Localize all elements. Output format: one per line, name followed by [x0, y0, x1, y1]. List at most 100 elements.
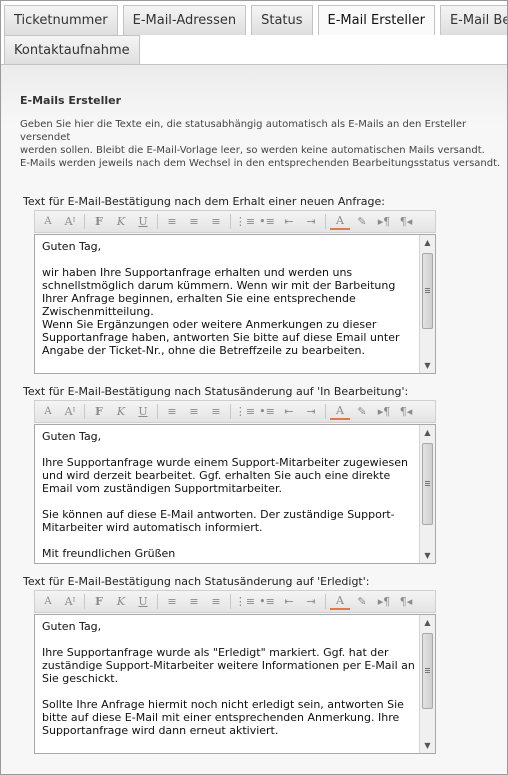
editor-paragraph: Sie können auf diese E-Mail antworten. D…	[42, 508, 395, 534]
description-line: E-Mails werden jeweils nach dem Wechsel …	[20, 158, 501, 169]
highlight-icon[interactable]: ✎	[352, 212, 372, 231]
ltr-icon[interactable]: ▸¶	[374, 402, 394, 421]
tab-email-bearbeiter[interactable]: E-Mail Bea	[439, 5, 507, 35]
font-size-decrease-icon[interactable]: A	[38, 592, 58, 611]
toolbar-separator	[230, 404, 231, 419]
outdent-icon[interactable]: ⇤	[279, 402, 299, 421]
rtl-icon[interactable]: ¶◂	[396, 212, 416, 231]
ordered-list-icon[interactable]: ⋮≡	[235, 592, 255, 611]
tab-kontaktaufnahme[interactable]: Kontaktaufnahme	[4, 35, 140, 65]
editor-paragraph: wir haben Ihre Supportanfrage erhalten u…	[42, 266, 400, 357]
scroll-down-icon[interactable]: ▼	[420, 738, 435, 753]
bold-icon[interactable]: F	[89, 212, 109, 231]
toolbar-separator	[325, 594, 326, 609]
font-color-icon[interactable]: A	[330, 594, 350, 610]
editor-scrollbar[interactable]: ▲ ▼	[419, 615, 435, 753]
align-left-icon[interactable]: ≡	[162, 212, 182, 231]
font-size-increase-icon[interactable]: Aᴵ	[60, 402, 80, 421]
underline-icon[interactable]: U	[133, 592, 153, 611]
align-center-icon[interactable]: ≡	[184, 212, 204, 231]
editor-toolbar: A Aᴵ F K U ≡ ≡ ≡ ⋮≡ •≡ ⇤ ⇥ A ✎ ▸¶ ¶◂	[34, 590, 436, 613]
toolbar-separator	[325, 214, 326, 229]
scroll-up-icon[interactable]: ▲	[420, 615, 435, 630]
font-size-increase-icon[interactable]: Aᴵ	[60, 592, 80, 611]
tab-content: E-Mails Ersteller Geben Sie hier die Tex…	[1, 65, 507, 774]
italic-icon[interactable]: K	[111, 212, 131, 231]
ordered-list-icon[interactable]: ⋮≡	[235, 402, 255, 421]
font-color-icon[interactable]: A	[330, 404, 350, 420]
italic-icon[interactable]: K	[111, 402, 131, 421]
editor-paragraph: Mit freundlichen Grüßen	[42, 547, 176, 560]
indent-icon[interactable]: ⇥	[301, 212, 321, 231]
toolbar-separator	[230, 214, 231, 229]
align-right-icon[interactable]: ≡	[206, 212, 226, 231]
scroll-up-icon[interactable]: ▲	[420, 235, 435, 250]
font-size-decrease-icon[interactable]: A	[38, 402, 58, 421]
font-size-decrease-icon[interactable]: A	[38, 212, 58, 231]
align-left-icon[interactable]: ≡	[162, 592, 182, 611]
editor-paragraph: Sollte Ihre Anfrage hiermit noch nicht e…	[42, 698, 404, 737]
editor-scrollbar[interactable]: ▲ ▼	[419, 425, 435, 563]
scroll-down-icon[interactable]: ▼	[420, 548, 435, 563]
outdent-icon[interactable]: ⇤	[279, 592, 299, 611]
font-size-increase-icon[interactable]: Aᴵ	[60, 212, 80, 231]
unordered-list-icon[interactable]: •≡	[257, 592, 277, 611]
tab-ticketnummer[interactable]: Ticketnummer	[4, 5, 118, 35]
editor-textarea[interactable]: Guten Tag, wir haben Ihre Supportanfrage…	[34, 234, 436, 374]
editor-toolbar: A Aᴵ F K U ≡ ≡ ≡ ⋮≡ •≡ ⇤ ⇥ A ✎ ▸¶ ¶◂	[34, 210, 436, 233]
editor-content[interactable]: Guten Tag, wir haben Ihre Supportanfrage…	[42, 240, 417, 371]
unordered-list-icon[interactable]: •≡	[257, 402, 277, 421]
tab-email-ersteller[interactable]: E-Mail Ersteller	[317, 5, 435, 35]
align-center-icon[interactable]: ≡	[184, 592, 204, 611]
indent-icon[interactable]: ⇥	[301, 402, 321, 421]
toolbar-separator	[84, 214, 85, 229]
ltr-icon[interactable]: ▸¶	[374, 212, 394, 231]
editor-paragraph: Guten Tag,	[42, 620, 102, 633]
rtl-icon[interactable]: ¶◂	[396, 592, 416, 611]
underline-icon[interactable]: U	[133, 212, 153, 231]
editor-paragraph: Ihre Supportanfrage wurde als "Erledigt"…	[42, 646, 415, 685]
editor-content[interactable]: Guten Tag, Ihre Supportanfrage wurde als…	[42, 620, 417, 751]
editor-textarea[interactable]: Guten Tag, Ihre Supportanfrage wurde als…	[34, 614, 436, 754]
font-color-icon[interactable]: A	[330, 214, 350, 230]
unordered-list-icon[interactable]: •≡	[257, 212, 277, 231]
editor-textarea[interactable]: Guten Tag, Ihre Supportanfrage wurde ein…	[34, 424, 436, 564]
toolbar-separator	[84, 594, 85, 609]
bold-icon[interactable]: F	[89, 402, 109, 421]
editor-paragraph: Guten Tag,	[42, 430, 102, 443]
editor-scrollbar[interactable]: ▲ ▼	[419, 235, 435, 373]
page-description: Geben Sie hier die Texte ein, die status…	[20, 118, 505, 170]
tab-email-adressen[interactable]: E-Mail-Adressen	[122, 5, 247, 35]
rtl-icon[interactable]: ¶◂	[396, 402, 416, 421]
editor-content[interactable]: Guten Tag, Ihre Supportanfrage wurde ein…	[42, 430, 417, 561]
tab-row-1: Ticketnummer E-Mail-Adressen Status E-Ma…	[4, 5, 507, 35]
toolbar-separator	[325, 404, 326, 419]
editor-toolbar: A Aᴵ F K U ≡ ≡ ≡ ⋮≡ •≡ ⇤ ⇥ A ✎ ▸¶ ¶◂	[34, 400, 436, 423]
outdent-icon[interactable]: ⇤	[279, 212, 299, 231]
highlight-icon[interactable]: ✎	[352, 592, 372, 611]
align-center-icon[interactable]: ≡	[184, 402, 204, 421]
align-left-icon[interactable]: ≡	[162, 402, 182, 421]
tab-row-2: Kontaktaufnahme	[4, 35, 145, 65]
scroll-up-icon[interactable]: ▲	[420, 425, 435, 440]
editor-label: Text für E-Mail-Bestätigung nach dem Erh…	[23, 195, 385, 208]
underline-icon[interactable]: U	[133, 402, 153, 421]
scroll-thumb[interactable]	[422, 253, 433, 329]
ordered-list-icon[interactable]: ⋮≡	[235, 212, 255, 231]
highlight-icon[interactable]: ✎	[352, 402, 372, 421]
bold-icon[interactable]: F	[89, 592, 109, 611]
ltr-icon[interactable]: ▸¶	[374, 592, 394, 611]
scroll-down-icon[interactable]: ▼	[420, 358, 435, 373]
tab-status[interactable]: Status	[251, 5, 313, 35]
description-line: Geben Sie hier die Texte ein, die status…	[20, 119, 467, 143]
page-title: E-Mails Ersteller	[20, 94, 121, 107]
scroll-thumb[interactable]	[422, 633, 433, 709]
align-right-icon[interactable]: ≡	[206, 402, 226, 421]
window: Ticketnummer E-Mail-Adressen Status E-Ma…	[0, 0, 508, 775]
scroll-thumb[interactable]	[422, 443, 433, 525]
toolbar-separator	[157, 594, 158, 609]
indent-icon[interactable]: ⇥	[301, 592, 321, 611]
editor-label: Text für E-Mail-Bestätigung nach Statusä…	[23, 575, 370, 588]
italic-icon[interactable]: K	[111, 592, 131, 611]
align-right-icon[interactable]: ≡	[206, 592, 226, 611]
